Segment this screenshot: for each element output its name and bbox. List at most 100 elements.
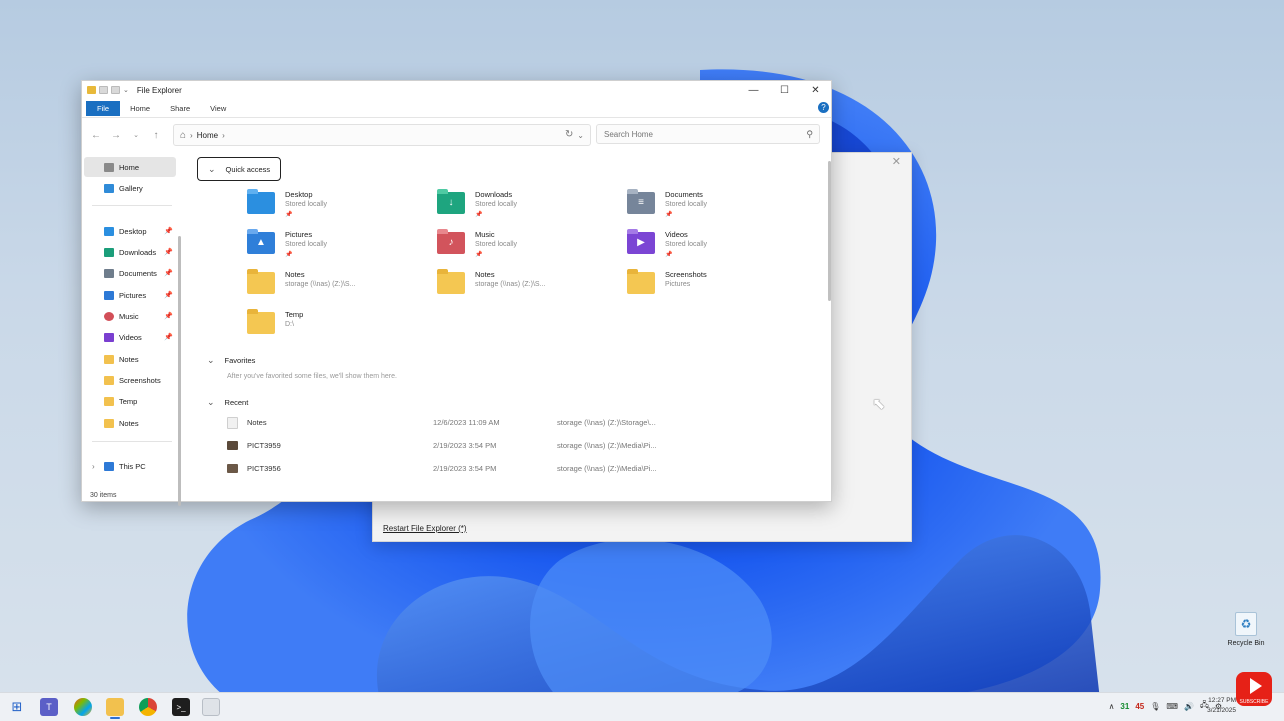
table-row[interactable]: PICT3959 2/19/2023 3:54 PM storage (\\na…: [227, 436, 787, 456]
content-scrollbar[interactable]: [828, 161, 831, 301]
tab-home[interactable]: Home: [120, 101, 160, 116]
sidebar-item-notes-2[interactable]: Notes: [84, 413, 176, 433]
pin-icon[interactable]: 📌: [164, 333, 173, 341]
sidebar-item-videos[interactable]: Videos 📌: [84, 327, 176, 347]
close-button[interactable]: ✕: [800, 81, 831, 99]
chevron-right-icon[interactable]: ›: [92, 462, 95, 471]
back-arrow-icon[interactable]: ←: [86, 130, 106, 141]
pin-icon: 📌: [665, 252, 673, 258]
favorites-header[interactable]: ⌄ Favorites: [207, 353, 255, 367]
tile-pictures[interactable]: ▲ Pictures Stored locally 📌: [247, 229, 427, 265]
table-row[interactable]: PICT3956 2/19/2023 3:54 PM storage (\\na…: [227, 459, 787, 479]
pin-icon: 📌: [665, 212, 673, 218]
tile-desktop[interactable]: Desktop Stored locally 📌: [247, 189, 427, 225]
folder-icon: [247, 269, 275, 294]
search-input[interactable]: [602, 128, 796, 140]
tile-name: Desktop: [285, 190, 313, 199]
pin-icon[interactable]: 📌: [164, 312, 173, 320]
quick-access-header[interactable]: ⌄ Quick access: [197, 157, 282, 181]
refresh-icon[interactable]: ↻: [565, 129, 573, 140]
recent-file-date: 2/19/2023 3:54 PM: [433, 464, 497, 473]
forward-arrow-icon[interactable]: →: [106, 130, 126, 141]
section-title: Favorites: [224, 355, 256, 365]
chevron-down-icon[interactable]: ⌄: [577, 131, 584, 140]
folder-icon: [104, 354, 114, 364]
minimize-button[interactable]: —: [738, 81, 769, 99]
youtube-subscribe-badge[interactable]: SUBSCRIBE: [1236, 672, 1272, 706]
properties-icon[interactable]: [99, 86, 108, 94]
sidebar-item-downloads[interactable]: Downloads 📌: [84, 242, 176, 262]
tile-notes-2[interactable]: Notes storage (\\nas) (Z:)\S...: [437, 269, 617, 305]
chevron-down-icon: ⌄: [207, 354, 215, 365]
start-windows-icon[interactable]: ⊞: [8, 698, 26, 716]
chrome-icon[interactable]: [139, 698, 157, 716]
system-clock[interactable]: 12:27 PM 3/21/2025: [1207, 696, 1236, 716]
sidebar-item-temp[interactable]: Temp: [84, 391, 176, 411]
table-row[interactable]: Notes 12/6/2023 11:09 AM storage (\\nas)…: [227, 413, 787, 433]
tile-sub: D:\: [285, 321, 294, 328]
tile-screenshots[interactable]: Screenshots Pictures: [627, 269, 807, 305]
recent-locations-chevron-icon[interactable]: ⌄: [126, 131, 146, 139]
microphone-icon[interactable]: 🎙: [1150, 702, 1160, 711]
tile-temp[interactable]: Temp D:\: [247, 309, 427, 345]
tile-notes[interactable]: Notes storage (\\nas) (Z:)\S...: [247, 269, 427, 305]
folder-icon: [87, 86, 96, 94]
pin-icon[interactable]: 📌: [164, 269, 173, 277]
sidebar-item-home[interactable]: Home: [84, 157, 176, 177]
task-manager-icon[interactable]: [202, 698, 220, 716]
file-explorer-icon[interactable]: [106, 698, 124, 716]
window-title: File Explorer: [136, 85, 182, 95]
keyboard-icon[interactable]: ⌨: [1166, 702, 1178, 711]
search-box[interactable]: ⚲: [596, 124, 820, 144]
recent-file-date: 2/19/2023 3:54 PM: [433, 441, 497, 450]
help-button[interactable]: ?: [818, 102, 829, 113]
sidebar-item-label: This PC: [119, 461, 146, 471]
copilot-icon[interactable]: [74, 698, 92, 716]
breadcrumb-separator[interactable]: ›: [222, 131, 225, 140]
sidebar-item-notes[interactable]: Notes: [84, 349, 176, 369]
tile-music[interactable]: ♪ Music Stored locally 📌: [437, 229, 617, 265]
sidebar-item-documents[interactable]: Documents 📌: [84, 263, 176, 283]
recent-header[interactable]: ⌄ Recent: [207, 395, 248, 409]
sidebar-item-music[interactable]: Music 📌: [84, 306, 176, 326]
address-bar[interactable]: ⌂ › Home › ⌄: [173, 124, 591, 146]
sidebar-divider: [92, 205, 172, 206]
pin-icon[interactable]: 📌: [164, 248, 173, 256]
tile-sub: storage (\\nas) (Z:)\S...: [475, 281, 546, 288]
chevron-down-icon[interactable]: ⌄: [123, 86, 129, 94]
recycle-bin-shortcut[interactable]: ♻ Recycle Bin: [1226, 612, 1266, 647]
dialog-close-button[interactable]: ✕: [892, 155, 901, 168]
breadcrumb-home[interactable]: Home: [197, 131, 218, 140]
tile-downloads[interactable]: ↓ Downloads Stored locally 📌: [437, 189, 617, 225]
restart-file-explorer-link[interactable]: Restart File Explorer (*): [383, 524, 467, 533]
sidebar-item-desktop[interactable]: Desktop 📌: [84, 221, 176, 241]
sidebar-item-label: Home: [119, 162, 140, 172]
chevron-up-icon[interactable]: ∧: [1109, 702, 1115, 711]
teams-icon[interactable]: T: [40, 698, 58, 716]
tile-videos[interactable]: ▶ Videos Stored locally 📌: [627, 229, 807, 265]
sidebar-scrollbar[interactable]: [178, 236, 181, 506]
sidebar-item-screenshots[interactable]: Screenshots: [84, 370, 176, 390]
maximize-button[interactable]: ☐: [769, 81, 800, 99]
breadcrumb-separator: ›: [190, 130, 193, 140]
title-bar[interactable]: ⌄ File Explorer — ☐ ✕: [82, 81, 831, 99]
speaker-icon[interactable]: 🔊: [1184, 702, 1194, 711]
subscribe-label: SUBSCRIBE: [1239, 699, 1269, 705]
tile-name: Screenshots: [665, 270, 707, 279]
pin-icon[interactable]: 📌: [164, 291, 173, 299]
tab-share[interactable]: Share: [160, 101, 200, 116]
tab-view[interactable]: View: [200, 101, 236, 116]
pin-icon[interactable]: 📌: [164, 227, 173, 235]
recent-file-name: PICT3959: [247, 441, 281, 450]
sidebar-item-this-pc[interactable]: › This PC: [84, 456, 176, 476]
terminal-icon[interactable]: >_: [172, 698, 190, 716]
new-folder-icon[interactable]: [111, 86, 120, 94]
up-arrow-icon[interactable]: ↑: [146, 130, 166, 141]
tile-documents[interactable]: ≡ Documents Stored locally 📌: [627, 189, 807, 225]
sidebar-item-pictures[interactable]: Pictures 📌: [84, 285, 176, 305]
sidebar-item-label: Screenshots: [119, 375, 161, 385]
tab-file[interactable]: File: [86, 101, 121, 116]
tile-sub: Stored locally: [475, 201, 518, 208]
desktop-icon: [104, 226, 114, 236]
sidebar-item-gallery[interactable]: Gallery: [84, 178, 176, 198]
